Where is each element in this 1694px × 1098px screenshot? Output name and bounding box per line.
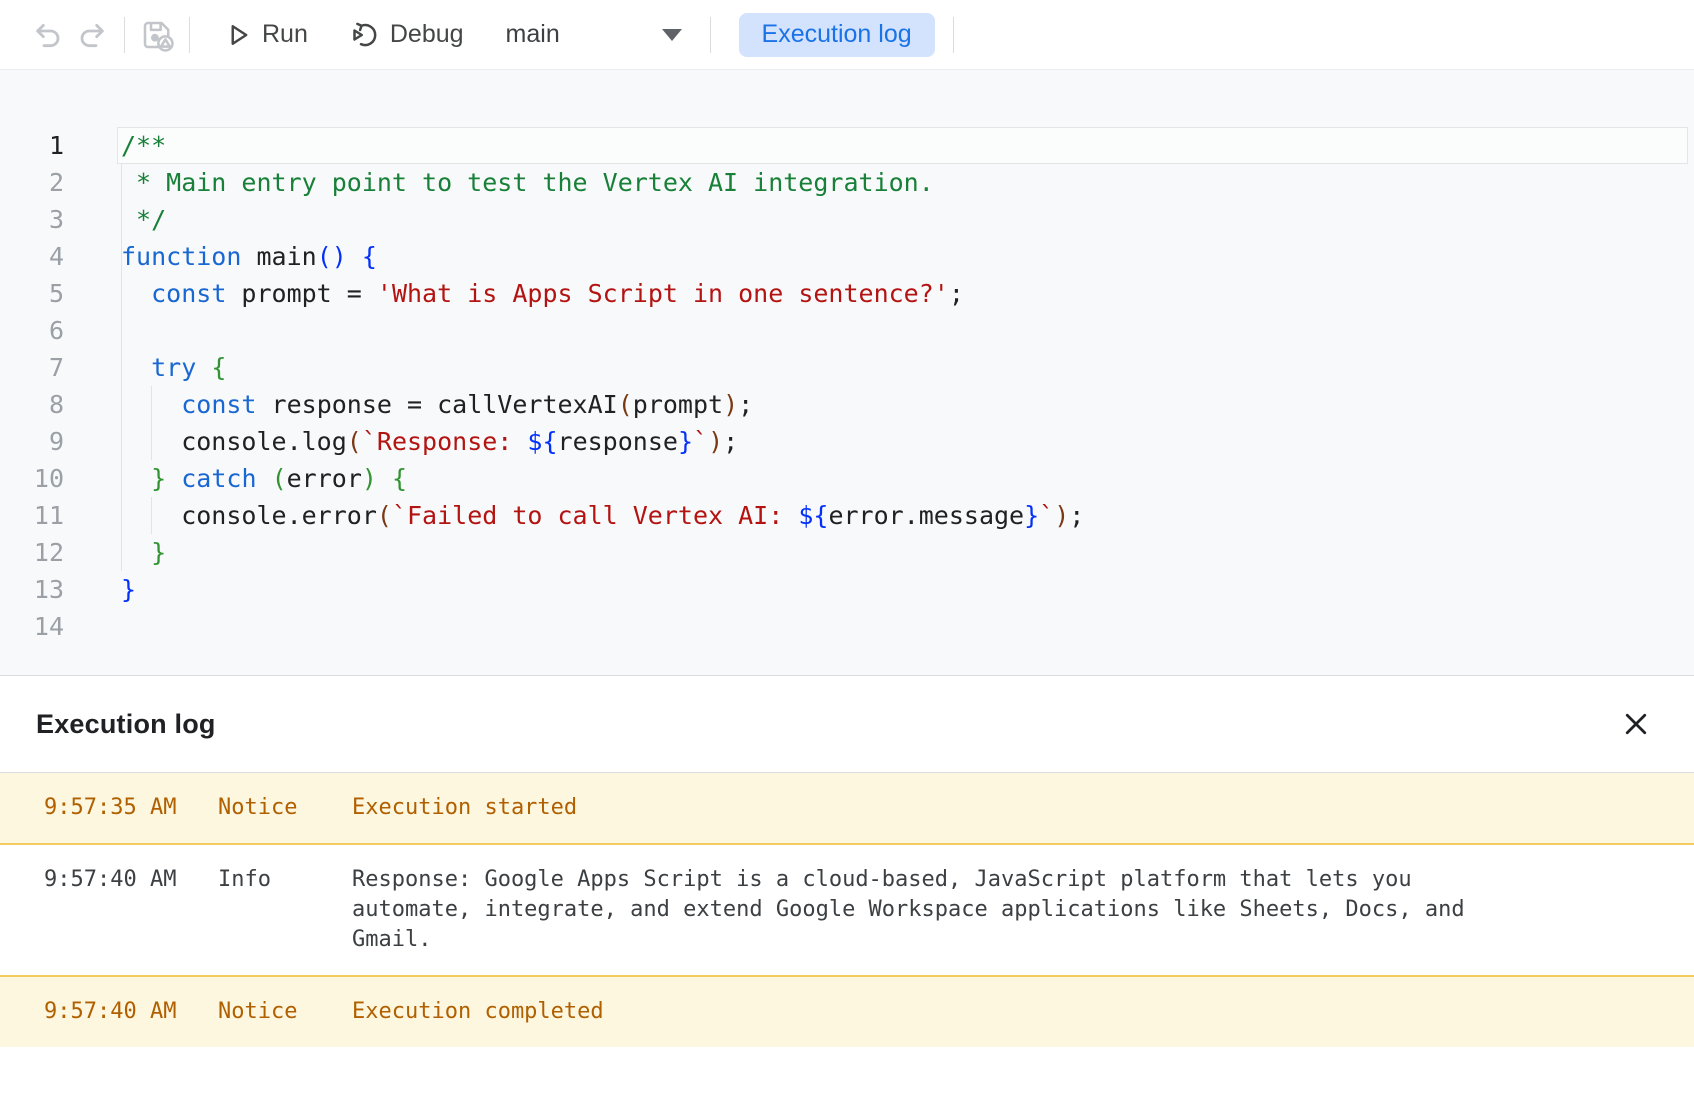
code-line[interactable]: 5 const prompt = 'What is Apps Script in… [0, 275, 1694, 312]
code-text: try { [121, 349, 226, 386]
code-text: const prompt = 'What is Apps Script in o… [121, 275, 964, 312]
line-number[interactable]: 2 [0, 164, 64, 201]
line-number[interactable]: 13 [0, 571, 64, 608]
code-text: } [121, 571, 136, 608]
code-text: } catch (error) { [121, 460, 407, 497]
code-line[interactable]: 4 function main() { [0, 238, 1694, 275]
line-number[interactable]: 11 [0, 497, 64, 534]
log-message: Execution started [352, 793, 1482, 823]
code-line[interactable]: 13} [0, 571, 1694, 608]
code-text: } [121, 534, 166, 571]
debug-button[interactable]: Debug [340, 12, 474, 58]
code-line[interactable]: 6 [0, 312, 1694, 349]
redo-button[interactable] [70, 13, 114, 57]
log-entry-info: 9:57:40 AMInfoResponse: Google Apps Scri… [0, 843, 1694, 975]
line-number[interactable]: 4 [0, 238, 64, 275]
log-level: Info [218, 865, 352, 955]
log-time: 9:57:40 AM [44, 997, 218, 1027]
save-project-button[interactable] [135, 13, 179, 57]
execution-log-panel: Execution log 9:57:35 AMNoticeExecution … [0, 676, 1694, 1047]
apps-script-editor: Run Debug main Execution log 1/**2 * Mai… [0, 0, 1694, 1047]
code-text: console.log(`Response: ${response}`); [121, 423, 738, 460]
line-number[interactable]: 1 [0, 127, 64, 164]
code-line[interactable]: 10 } catch (error) { [0, 460, 1694, 497]
code-text: function main() { [121, 238, 377, 275]
log-message: Execution completed [352, 997, 1482, 1027]
log-time: 9:57:35 AM [44, 793, 218, 823]
code-line[interactable]: 11 console.error(`Failed to call Vertex … [0, 497, 1694, 534]
toolbar-divider [710, 17, 711, 53]
toolbar-divider [189, 17, 190, 53]
chevron-down-icon [662, 29, 682, 41]
code-text: /** [121, 127, 166, 164]
undo-button[interactable] [26, 13, 70, 57]
code-text: * Main entry point to test the Vertex AI… [121, 164, 934, 201]
function-selector[interactable]: main [500, 12, 688, 57]
toolbar: Run Debug main Execution log [0, 0, 1694, 70]
redo-icon [76, 19, 108, 51]
code-line[interactable]: 3 */ [0, 201, 1694, 238]
run-label: Run [262, 20, 308, 49]
toolbar-divider [124, 17, 125, 53]
close-button[interactable] [1616, 704, 1656, 744]
line-number[interactable]: 10 [0, 460, 64, 497]
code-text: console.error(`Failed to call Vertex AI:… [121, 497, 1084, 534]
line-number[interactable]: 9 [0, 423, 64, 460]
log-level: Notice [218, 997, 352, 1027]
log-entries: 9:57:35 AMNoticeExecution started9:57:40… [0, 773, 1694, 1047]
log-message: Response: Google Apps Script is a cloud-… [352, 865, 1482, 955]
code-line[interactable]: 9 console.log(`Response: ${response}`); [0, 423, 1694, 460]
line-number[interactable]: 12 [0, 534, 64, 571]
toolbar-divider [953, 17, 954, 53]
line-number[interactable]: 8 [0, 386, 64, 423]
run-button[interactable]: Run [214, 12, 318, 57]
code-text: */ [121, 201, 166, 238]
log-entry-notice: 9:57:35 AMNoticeExecution started [0, 773, 1694, 843]
debug-label: Debug [390, 20, 464, 49]
code-lines: 1/**2 * Main entry point to test the Ver… [0, 70, 1694, 645]
line-number[interactable]: 3 [0, 201, 64, 238]
close-icon [1621, 709, 1651, 739]
code-line[interactable]: 2 * Main entry point to test the Vertex … [0, 164, 1694, 201]
code-editor[interactable]: 1/**2 * Main entry point to test the Ver… [0, 70, 1694, 676]
log-entry-notice: 9:57:40 AMNoticeExecution completed [0, 975, 1694, 1047]
save-warning-icon [139, 17, 175, 53]
undo-icon [32, 19, 64, 51]
log-level: Notice [218, 793, 352, 823]
line-number[interactable]: 14 [0, 608, 64, 645]
line-number[interactable]: 7 [0, 349, 64, 386]
code-line[interactable]: 7 try { [0, 349, 1694, 386]
execution-log-header: Execution log [0, 676, 1694, 773]
code-line[interactable]: 14 [0, 608, 1694, 645]
selected-function: main [506, 20, 560, 49]
debug-icon [350, 20, 380, 50]
log-time: 9:57:40 AM [44, 865, 218, 955]
execution-log-button[interactable]: Execution log [739, 13, 935, 57]
line-number[interactable]: 6 [0, 312, 64, 349]
code-line[interactable]: 1 /** [0, 127, 1694, 164]
run-icon [224, 21, 252, 49]
code-line[interactable]: 8 const response = callVertexAI(prompt); [0, 386, 1694, 423]
execution-log-title: Execution log [36, 709, 216, 740]
line-number[interactable]: 5 [0, 275, 64, 312]
code-line[interactable]: 12 } [0, 534, 1694, 571]
code-text: const response = callVertexAI(prompt); [121, 386, 753, 423]
